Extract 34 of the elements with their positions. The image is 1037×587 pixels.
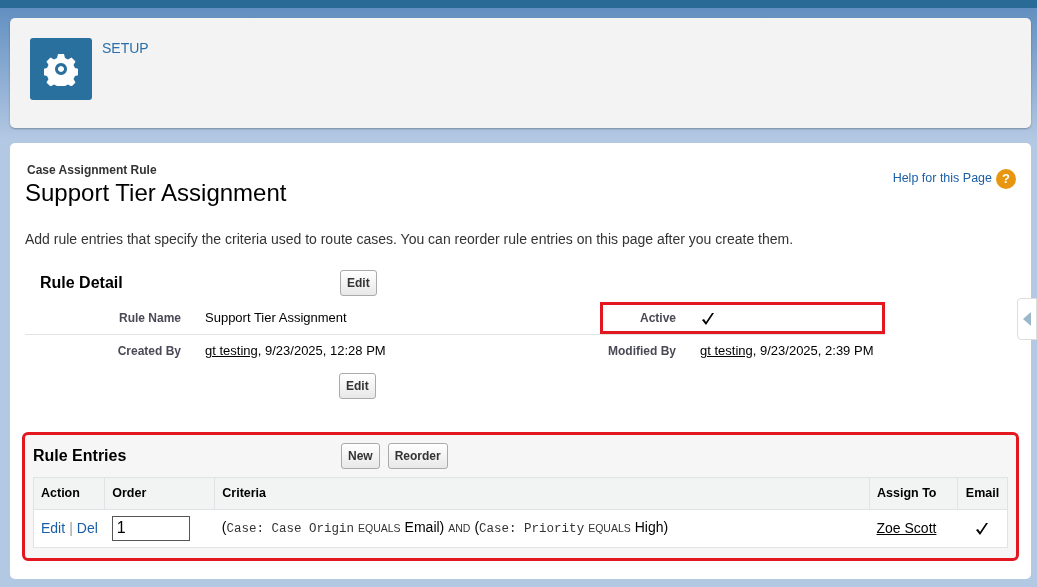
field-label: Modified By xyxy=(607,343,677,360)
field-value: gt testing, 9/23/2025, 2:39 PM xyxy=(700,342,875,360)
field-value: Support Tier Assignment xyxy=(205,302,600,335)
separator: | xyxy=(69,519,73,536)
section-title: Rule Detail xyxy=(40,273,124,293)
field-label: Active xyxy=(600,302,700,335)
help-link[interactable]: Help for this Page xyxy=(892,169,992,188)
column-header: Criteria xyxy=(214,477,870,510)
toolbar-button[interactable]: New xyxy=(341,443,380,469)
action-link[interactable]: Edit xyxy=(41,519,66,536)
action-link[interactable]: Del xyxy=(76,519,98,536)
object-label: Case Assignment Rule xyxy=(26,162,158,179)
column-header: Email xyxy=(957,477,1008,510)
column-header: Assign To xyxy=(869,477,958,510)
collapse-arrow-icon[interactable] xyxy=(1023,312,1031,326)
edit-button[interactable]: Edit xyxy=(340,270,377,296)
order-input[interactable]: 1 xyxy=(111,515,190,541)
page-description: Add rule entries that specify the criteria used to route cases. You can reorder rule entries on this page after you create them. xyxy=(25,230,795,249)
toolbar-button[interactable]: Reorder xyxy=(387,443,448,469)
criteria-text: (Case: Case Origin EQUALS Email) AND (Case: Priority EQUALS High) xyxy=(221,519,669,536)
user-link[interactable]: gt testing xyxy=(700,343,753,358)
field-label: Created By xyxy=(116,343,182,360)
field-value: gt testing, 9/23/2025, 12:28 PM xyxy=(205,342,387,360)
header-title: SETUP xyxy=(102,39,149,58)
column-header: Order xyxy=(104,477,215,510)
section-title: Rule Entries xyxy=(33,446,128,466)
setup-icon xyxy=(30,38,92,100)
edit-button[interactable]: Edit xyxy=(339,373,376,399)
user-link[interactable]: gt testing xyxy=(205,343,258,358)
assignee-link[interactable]: Zoe Scott xyxy=(876,519,937,536)
sidebar-toggle[interactable] xyxy=(1017,298,1037,340)
field-label: Rule Name xyxy=(25,302,205,335)
page-title: Support Tier Assignment xyxy=(25,181,287,205)
column-header: Action xyxy=(33,477,105,510)
